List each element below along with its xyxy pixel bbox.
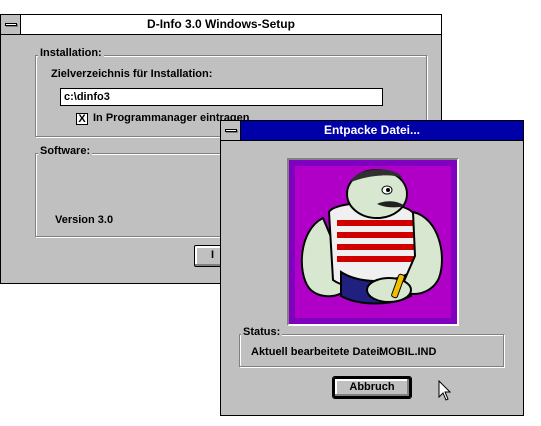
software-group-label: Software:	[38, 145, 93, 157]
progman-checkbox[interactable]: X	[76, 113, 88, 125]
version-text: Version 3.0	[55, 214, 114, 226]
setup-window-title: D-Info 3.0 Windows-Setup	[147, 17, 295, 31]
current-file-value: MOBIL.IND	[379, 346, 437, 358]
system-menu-icon[interactable]	[1, 15, 21, 34]
mascot-image	[287, 158, 459, 326]
unpack-dialog-title: Entpacke Datei...	[323, 123, 421, 137]
status-group-label: Status:	[241, 326, 283, 338]
unpack-dialog: Entpacke Datei... Status: Aktuell bearbe…	[220, 120, 524, 416]
mouse-pointer-icon	[438, 380, 452, 401]
system-menu-icon[interactable]	[221, 121, 241, 140]
current-file-label: Aktuell bearbeitete Datei:	[251, 346, 384, 358]
target-dir-label: Zielverzeichnis für Installation:	[51, 68, 213, 80]
unpack-titlebar[interactable]: Entpacke Datei...	[221, 121, 523, 141]
strongman-mascot-icon	[289, 160, 457, 324]
target-dir-input[interactable]: c:\dinfo3	[60, 88, 383, 106]
installation-group-label: Installation:	[38, 47, 104, 59]
cancel-button-label: Abbruch	[349, 381, 395, 393]
install-button-label: I	[211, 249, 215, 261]
setup-titlebar[interactable]: D-Info 3.0 Windows-Setup	[1, 15, 441, 35]
cancel-button[interactable]: Abbruch	[332, 376, 412, 399]
